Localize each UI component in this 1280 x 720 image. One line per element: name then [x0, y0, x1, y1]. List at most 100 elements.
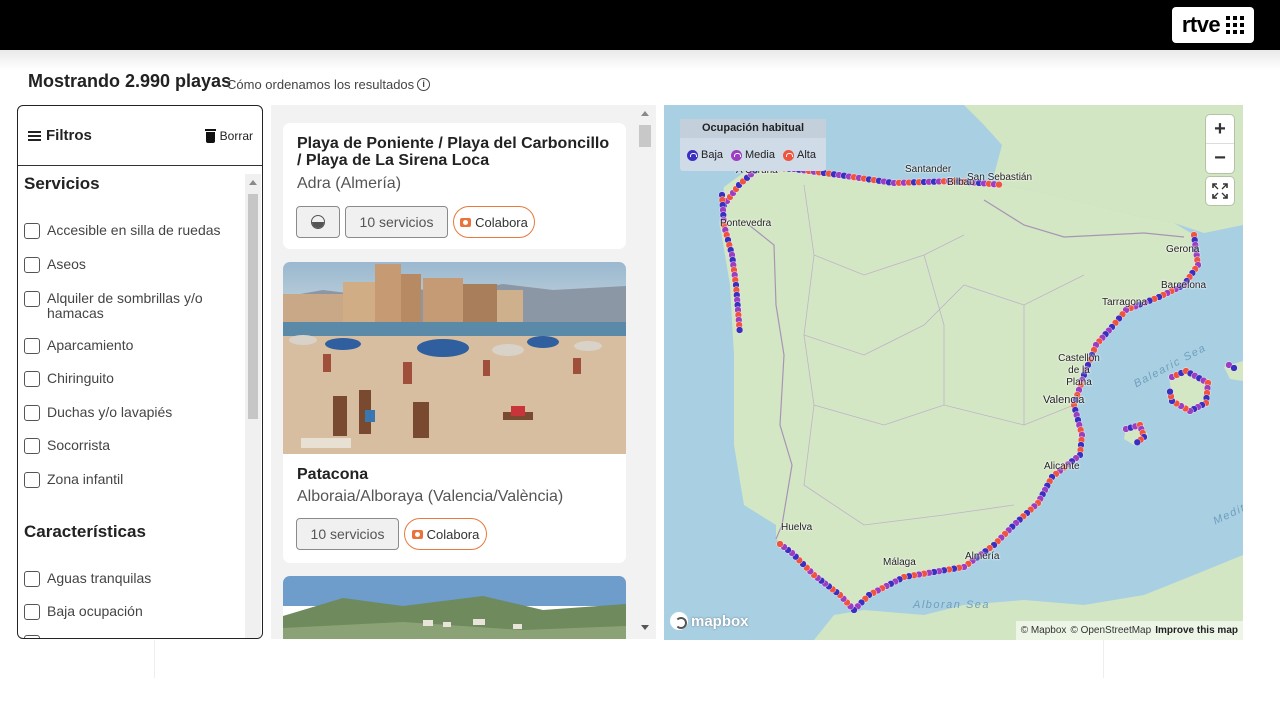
rtve-logo[interactable]: rtve	[1172, 7, 1254, 43]
beach-marker[interactable]	[735, 326, 744, 334]
checkbox[interactable]	[24, 371, 40, 387]
section-title-servicios: Servicios	[24, 174, 100, 193]
filter-option[interactable]	[24, 635, 234, 638]
city-label: Almería	[965, 551, 1000, 562]
option-label: Aguas tranquilas	[47, 570, 152, 586]
filter-option[interactable]: Accesible en silla de ruedas	[24, 223, 234, 239]
results-scrollbar[interactable]	[636, 105, 654, 639]
city-label: Valencia	[1043, 394, 1085, 406]
mapbox-logo-text: mapbox	[691, 612, 749, 630]
city-label: Huelva	[781, 522, 813, 533]
option-label: Duchas y/o lavapiés	[47, 404, 173, 420]
filter-option[interactable]: Baja ocupación	[24, 604, 234, 620]
footer-divider	[1103, 640, 1104, 678]
fullscreen-button[interactable]	[1206, 177, 1234, 205]
filter-option[interactable]: Aparcamiento	[24, 338, 234, 354]
sort-explanation-link[interactable]: Cómo ordenamos los resultados i	[227, 77, 431, 92]
checkbox[interactable]	[24, 571, 40, 587]
camera-icon	[411, 529, 423, 539]
scroll-up-icon[interactable]	[641, 111, 649, 116]
beach-photo[interactable]	[283, 576, 626, 639]
low-occupancy-icon	[687, 149, 698, 161]
checkbox[interactable]	[24, 223, 40, 239]
mapbox-attribution-link[interactable]: © Mapbox	[1021, 625, 1067, 636]
header-shadow	[0, 50, 1280, 70]
checkbox[interactable]	[24, 291, 40, 307]
filter-option[interactable]: Aguas tranquilas	[24, 571, 234, 587]
checkbox[interactable]	[24, 472, 40, 488]
legend-item-alta: Alta	[783, 149, 816, 161]
mapbox-logo[interactable]: mapbox	[670, 612, 749, 630]
beach-name[interactable]: Patacona	[297, 466, 617, 483]
zoom-in-button[interactable]: +	[1206, 115, 1234, 144]
option-label: Zona infantil	[47, 471, 124, 487]
page-title: Mostrando 2.990 playas	[28, 71, 232, 91]
filter-option[interactable]: Duchas y/o lavapiés	[24, 405, 234, 421]
city-label: San Sebastián	[967, 172, 1033, 183]
filters-list: Servicios Accesible en silla de ruedas A…	[18, 167, 246, 638]
checkbox[interactable]	[24, 604, 40, 620]
city-label: Málaga	[883, 557, 916, 568]
filter-option[interactable]: Zona infantil	[24, 472, 234, 488]
collaborate-label: Colabora	[426, 526, 480, 542]
result-card[interactable]: Patacona Alboraia/Alboraya (Valencia/Val…	[283, 262, 626, 563]
zoom-out-button[interactable]: −	[1206, 144, 1234, 173]
improve-map-link[interactable]: Improve this map	[1155, 625, 1238, 636]
collaborate-button[interactable]: Colabora	[404, 518, 487, 550]
scroll-down-icon[interactable]	[641, 625, 649, 630]
checkbox[interactable]	[24, 338, 40, 354]
beach-marker[interactable]	[776, 540, 784, 548]
sort-explanation-label: Cómo ordenamos los resultados	[227, 77, 415, 92]
clear-filters-button[interactable]: Borrar	[204, 128, 253, 143]
beach-marker[interactable]	[1166, 388, 1174, 396]
filters-scrollbar[interactable]	[245, 174, 261, 638]
checkbox[interactable]	[24, 257, 40, 273]
filters-panel: Filtros Borrar Servicios Accesible en si…	[17, 105, 263, 639]
mapbox-icon	[670, 612, 688, 630]
beach-map[interactable]: A Coruña Santander Bilbao San Sebastián …	[664, 105, 1243, 640]
collaborate-button[interactable]: Colabora	[453, 206, 535, 238]
beach-photo[interactable]	[283, 262, 626, 454]
occupancy-button[interactable]	[296, 206, 340, 238]
beach-location: Adra (Almería)	[297, 175, 402, 192]
option-label: Socorrista	[47, 437, 111, 453]
scroll-thumb[interactable]	[248, 194, 258, 419]
checkbox[interactable]	[24, 635, 40, 638]
camera-icon	[460, 217, 472, 227]
filter-option[interactable]: Chiringuito	[24, 371, 234, 387]
apps-grid-icon	[1226, 16, 1245, 34]
legend-label: Baja	[701, 149, 724, 161]
filter-option[interactable]: Socorrista	[24, 438, 234, 454]
city-label: Castellón de la Plana	[1058, 353, 1100, 388]
info-icon: i	[417, 78, 431, 91]
scroll-thumb[interactable]	[639, 125, 651, 147]
scroll-up-icon[interactable]	[249, 180, 257, 185]
city-label: Pontevedra	[720, 218, 772, 229]
filters-title-group[interactable]: Filtros	[28, 127, 92, 144]
city-label: Alicante	[1044, 461, 1080, 472]
services-button[interactable]: 10 servicios	[345, 206, 448, 238]
beach-marker[interactable]	[1133, 438, 1141, 446]
filter-option[interactable]: Alquiler de sombrillas y/o hamacas	[24, 291, 234, 321]
filter-option[interactable]: Aseos	[24, 257, 234, 273]
high-occupancy-icon	[783, 149, 794, 161]
osm-attribution-link[interactable]: © OpenStreetMap	[1070, 625, 1151, 636]
checkbox[interactable]	[24, 438, 40, 454]
zoom-controls: + −	[1206, 115, 1234, 173]
option-label: Accesible en silla de ruedas	[47, 222, 221, 238]
beach-marker[interactable]	[1230, 364, 1238, 372]
fullscreen-icon	[1212, 183, 1228, 199]
sliders-icon	[28, 130, 41, 142]
beach-name[interactable]: Playa de Poniente / Playa del Carboncill…	[297, 135, 617, 169]
top-bar: rtve	[0, 0, 1280, 50]
checkbox[interactable]	[24, 405, 40, 421]
sea-label: Alboran Sea	[913, 599, 991, 611]
occupancy-legend: Ocupación habitual Baja Media Alta	[680, 119, 826, 171]
filters-title: Filtros	[46, 127, 92, 144]
result-card[interactable]: Playa de Poniente / Playa del Carboncill…	[283, 123, 626, 249]
occupancy-icon	[311, 215, 325, 229]
result-card[interactable]	[283, 576, 626, 639]
legend-title: Ocupación habitual	[680, 119, 826, 138]
services-button[interactable]: 10 servicios	[296, 518, 399, 550]
medium-occupancy-icon	[731, 149, 742, 161]
